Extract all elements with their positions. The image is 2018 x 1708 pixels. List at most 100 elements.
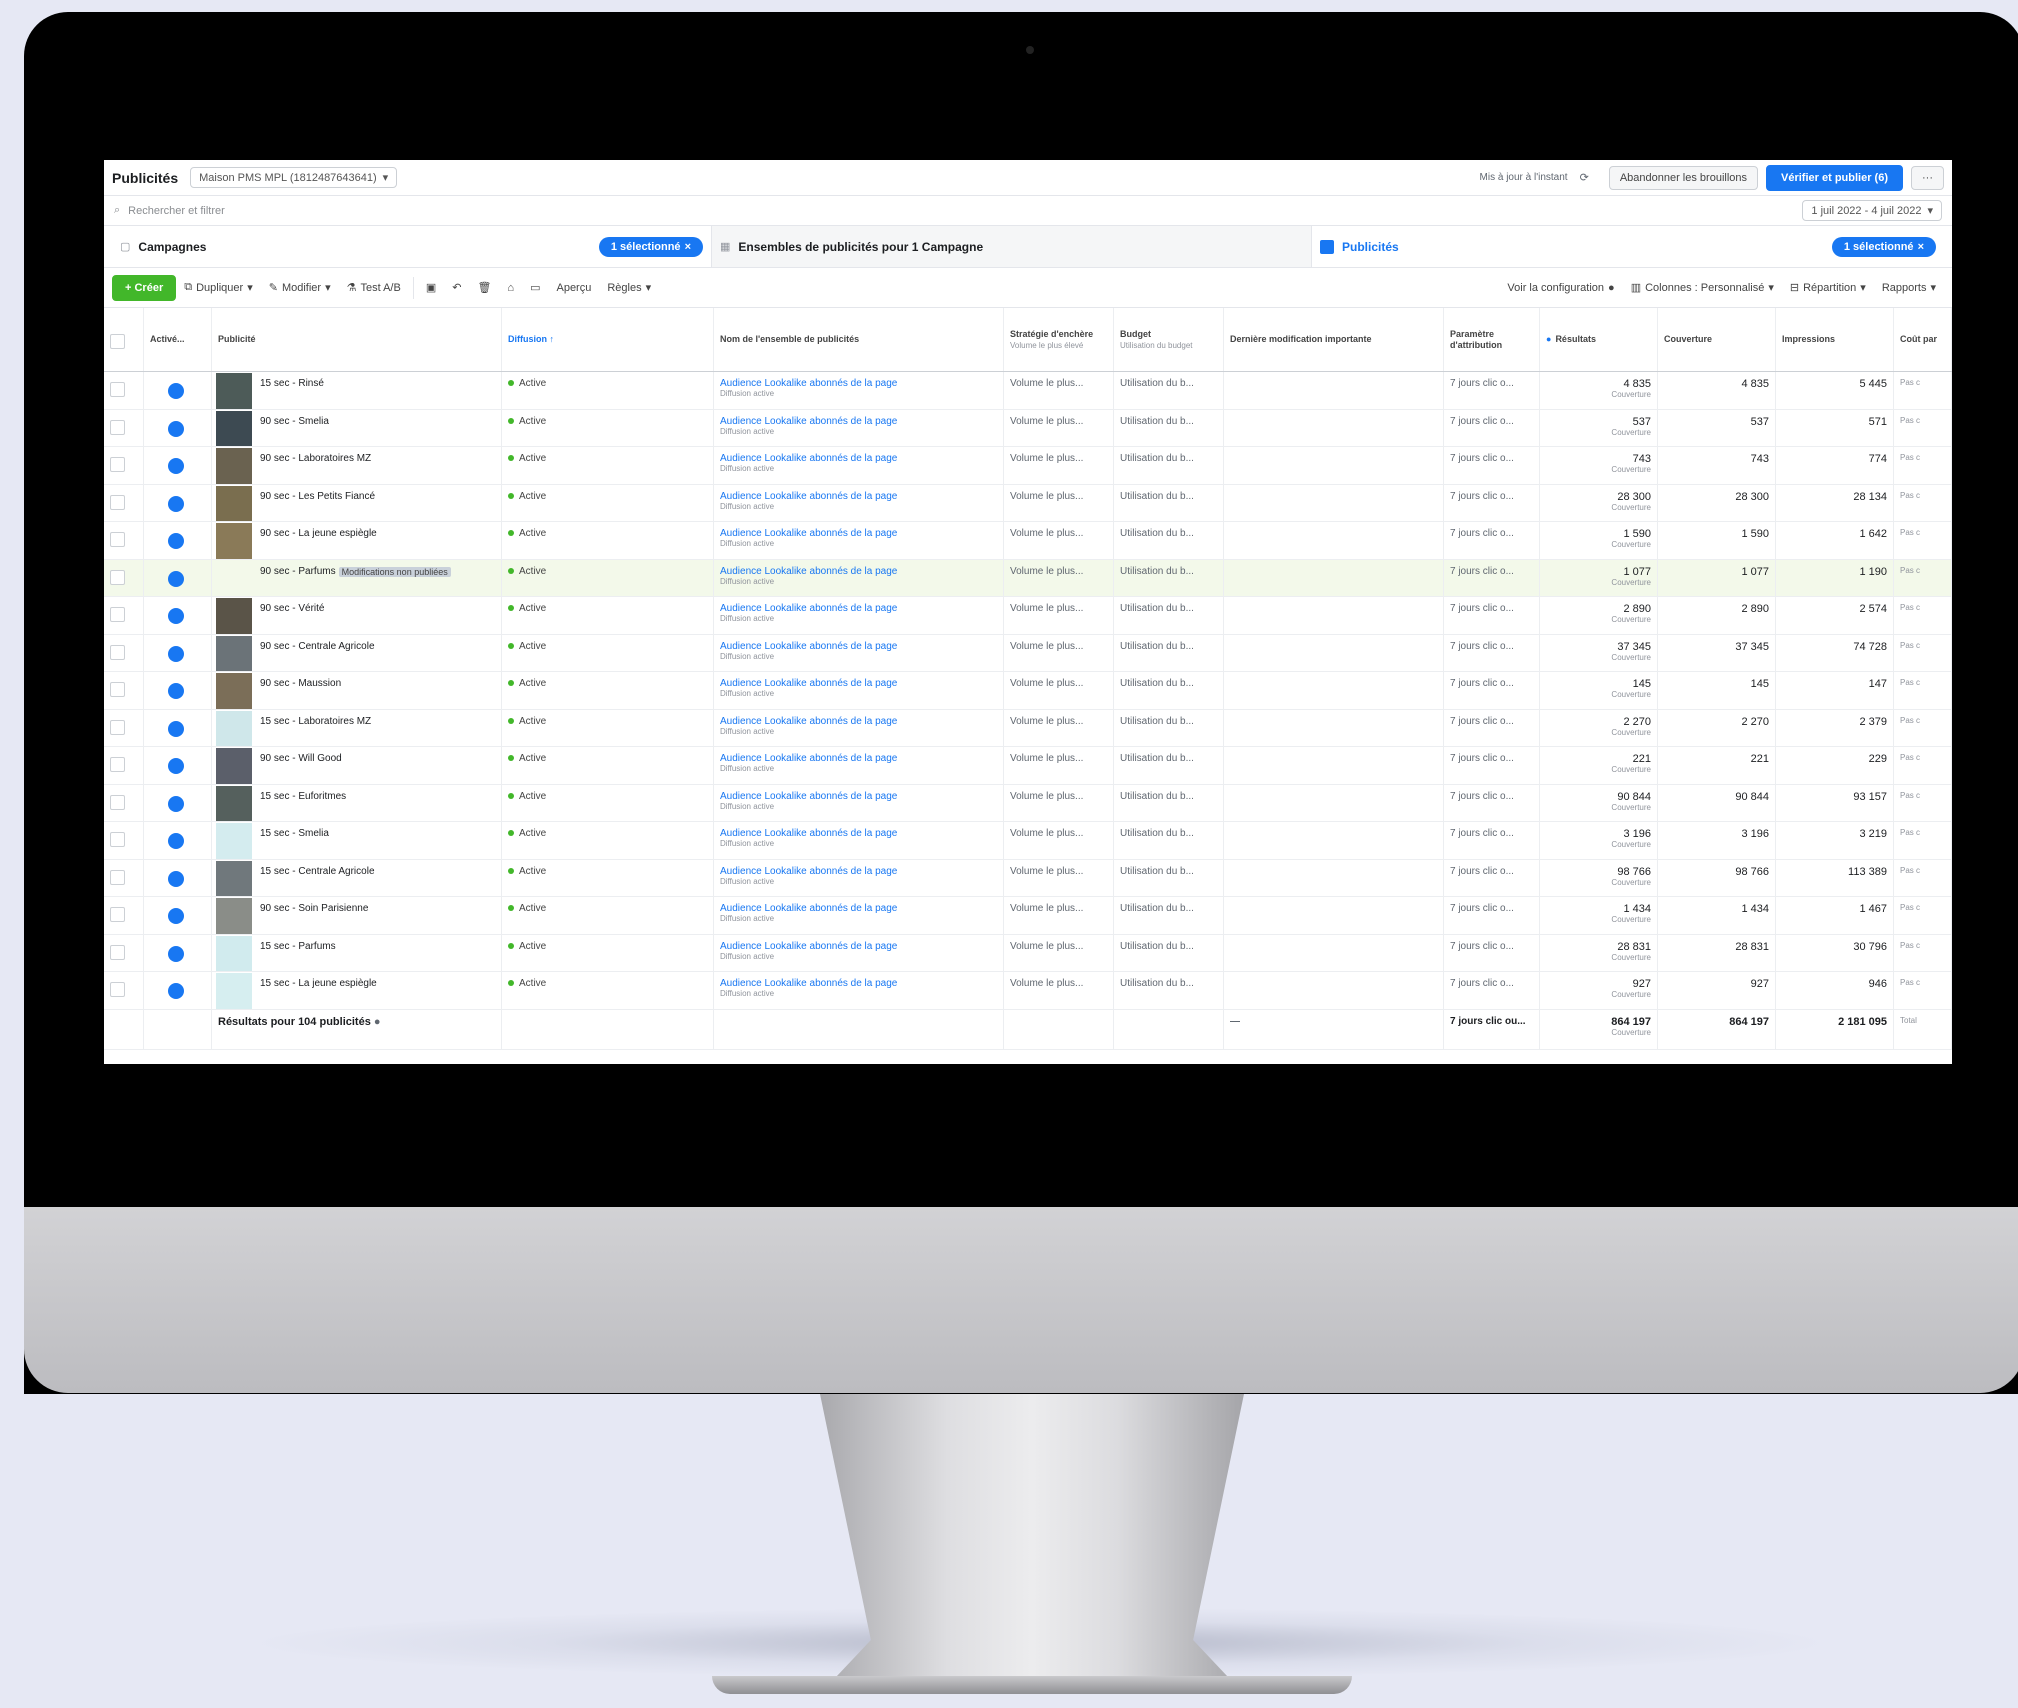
table-row[interactable]: 90 sec - Vérité Active Audience Lookalike … xyxy=(104,597,1952,635)
col-strategy[interactable]: Stratégie d'enchère Volume le plus élevé xyxy=(1004,308,1114,371)
col-active[interactable]: Activé... xyxy=(144,308,212,371)
ad-cell[interactable]: 15 sec - La jeune espiègle xyxy=(212,972,502,1009)
ad-name[interactable]: 90 sec - Vérité xyxy=(260,603,324,614)
row-checkbox[interactable] xyxy=(110,719,125,735)
adset-link[interactable]: Audience Lookalike abonnés de la page xyxy=(720,753,997,764)
col-attribution[interactable]: Paramètre d'attribution xyxy=(1444,308,1540,371)
more-options-button[interactable]: ··· xyxy=(1911,165,1944,190)
table-row[interactable]: 90 sec - Soin Parisienne Active Audience L… xyxy=(104,897,1952,935)
ad-name[interactable]: 90 sec - Centrale Agricole xyxy=(260,641,375,652)
ad-cell[interactable]: 15 sec - Rinsé xyxy=(212,372,502,409)
ad-cell[interactable]: 90 sec - Parfums Modifications non publi… xyxy=(212,559,502,596)
active-toggle[interactable] xyxy=(168,458,184,474)
active-toggle[interactable] xyxy=(168,608,184,624)
table-row[interactable]: 90 sec - Parfums Modifications non publi… xyxy=(104,559,1952,597)
lock-icon[interactable]: ▣ xyxy=(418,277,444,298)
adset-link[interactable]: Audience Lookalike abonnés de la page xyxy=(720,828,997,839)
ad-name[interactable]: 90 sec - Soin Parisienne xyxy=(260,903,368,914)
row-checkbox[interactable] xyxy=(110,982,125,997)
row-checkbox[interactable] xyxy=(110,794,125,810)
ad-name[interactable]: 90 sec - Parfums xyxy=(260,566,336,577)
table-row[interactable]: 90 sec - Smelia Active Audience Lookalike … xyxy=(104,409,1952,447)
col-results[interactable]: ● Résultats xyxy=(1540,308,1658,371)
adset-link[interactable]: Audience Lookalike abonnés de la page xyxy=(720,641,997,652)
table-row[interactable]: 90 sec - La jeune espiègle Active Audience… xyxy=(104,522,1952,560)
col-impressions[interactable]: Couverture xyxy=(1658,308,1776,371)
row-checkbox[interactable] xyxy=(110,757,125,772)
ad-name[interactable]: 90 sec - Les Petits Fiancé xyxy=(260,491,375,502)
adset-link[interactable]: Audience Lookalike abonnés de la page xyxy=(720,866,997,877)
account-selector[interactable]: Maison PMS MPL (1812487643641) ▾ xyxy=(190,167,398,188)
rules-button[interactable]: Règles ▾ xyxy=(599,277,659,298)
active-toggle[interactable] xyxy=(168,495,184,512)
ad-cell[interactable]: 90 sec - Will Good xyxy=(212,747,502,784)
row-checkbox[interactable] xyxy=(110,457,125,472)
active-toggle[interactable] xyxy=(168,420,184,437)
edit-button[interactable]: ✎ Modifier ▾ xyxy=(261,277,339,298)
col-ad[interactable]: Publicité xyxy=(212,308,502,371)
trash-icon[interactable]: 🗑 xyxy=(469,277,499,298)
create-button[interactable]: + Créer xyxy=(112,274,177,301)
ad-name[interactable]: 90 sec - La jeune espiègle xyxy=(260,528,377,539)
ad-name[interactable]: 90 sec - Will Good xyxy=(260,753,342,764)
row-checkbox[interactable] xyxy=(110,494,125,510)
table-row[interactable]: 15 sec - La jeune espiègle Active Audience… xyxy=(104,972,1952,1010)
ad-name[interactable]: 15 sec - Parfums xyxy=(260,941,336,952)
adset-link[interactable]: Audience Lookalike abonnés de la page xyxy=(720,416,997,427)
adset-link[interactable]: Audience Lookalike abonnés de la page xyxy=(720,566,997,577)
active-toggle[interactable] xyxy=(168,720,184,737)
comment-icon[interactable]: ▭ xyxy=(522,277,548,298)
active-toggle[interactable] xyxy=(168,645,184,662)
adset-link[interactable]: Audience Lookalike abonnés de la page xyxy=(720,903,997,914)
adset-link[interactable]: Audience Lookalike abonnés de la page xyxy=(720,678,997,689)
reports-button[interactable]: Rapports ▾ xyxy=(1874,277,1944,298)
tab-adsets[interactable]: ▦ Ensembles de publicités pour 1 Campagn… xyxy=(712,226,1312,267)
ad-cell[interactable]: 15 sec - Parfums xyxy=(212,934,502,971)
table-row[interactable]: 15 sec - Parfums Active Audience Lookalike… xyxy=(104,934,1952,972)
row-checkbox[interactable] xyxy=(110,532,125,547)
undo-icon[interactable]: ↶ xyxy=(444,277,469,298)
tab-campaigns[interactable]: ▢ Campagnes 1 sélectionné × xyxy=(112,226,712,267)
view-config-button[interactable]: Voir la configuration ● xyxy=(1499,278,1622,298)
date-range-picker[interactable]: 1 juil 2022 - 4 juil 2022 ▾ xyxy=(1802,200,1942,221)
adset-link[interactable]: Audience Lookalike abonnés de la page xyxy=(720,378,997,389)
ad-cell[interactable]: 90 sec - Centrale Agricole xyxy=(212,634,502,671)
ad-cell[interactable]: 90 sec - Vérité xyxy=(212,597,502,634)
discard-drafts-button[interactable]: Abandonner les brouillons xyxy=(1608,165,1759,190)
active-toggle[interactable] xyxy=(168,383,184,399)
row-checkbox[interactable] xyxy=(110,869,125,885)
active-toggle[interactable] xyxy=(168,683,184,699)
row-checkbox[interactable] xyxy=(110,607,125,622)
ad-cell[interactable]: 90 sec - La jeune espiègle xyxy=(212,522,502,559)
ad-cell[interactable]: 15 sec - Centrale Agricole xyxy=(212,859,502,896)
ad-name[interactable]: 15 sec - Euforitmes xyxy=(260,791,346,802)
col-recent-edit[interactable]: Dernière modification importante xyxy=(1224,308,1444,371)
active-toggle[interactable] xyxy=(168,983,184,999)
table-row[interactable]: 90 sec - Will Good Active Audience Lookali… xyxy=(104,747,1952,785)
active-toggle[interactable] xyxy=(168,870,184,887)
adset-link[interactable]: Audience Lookalike abonnés de la page xyxy=(720,791,997,802)
ad-cell[interactable]: 15 sec - Laboratoires MZ xyxy=(212,709,502,746)
review-publish-button[interactable]: Vérifier et publier (6) xyxy=(1766,164,1903,191)
ad-cell[interactable]: 90 sec - Soin Parisienne xyxy=(212,897,502,934)
ad-name[interactable]: 15 sec - Centrale Agricole xyxy=(260,866,375,877)
tag-icon[interactable]: ⌂ xyxy=(499,278,522,298)
tab-ads[interactable]: Publicités 1 sélectionné × xyxy=(1312,226,1944,267)
duplicate-button[interactable]: ⧉ Dupliquer ▾ xyxy=(176,277,260,298)
active-toggle[interactable] xyxy=(168,945,184,962)
refresh-icon[interactable]: ⟳ xyxy=(1580,171,1589,184)
active-toggle[interactable] xyxy=(168,570,184,587)
adset-link[interactable]: Audience Lookalike abonnés de la page xyxy=(720,528,997,539)
ad-name[interactable]: 15 sec - La jeune espiègle xyxy=(260,978,377,989)
col-reach[interactable]: Impressions xyxy=(1776,308,1894,371)
search-input[interactable]: ⌕ Rechercher et filtrer xyxy=(114,204,1802,217)
ad-name[interactable]: 90 sec - Smelia xyxy=(260,416,329,427)
campaigns-selected-pill[interactable]: 1 sélectionné × xyxy=(598,236,703,257)
active-toggle[interactable] xyxy=(168,533,184,549)
ad-cell[interactable]: 90 sec - Maussion xyxy=(212,672,502,709)
row-checkbox[interactable] xyxy=(110,944,125,960)
adset-link[interactable]: Audience Lookalike abonnés de la page xyxy=(720,491,997,502)
adset-link[interactable]: Audience Lookalike abonnés de la page xyxy=(720,716,997,727)
table-row[interactable]: 15 sec - Rinsé Active Audience Lookalike a… xyxy=(104,372,1952,410)
adset-link[interactable]: Audience Lookalike abonnés de la page xyxy=(720,978,997,989)
